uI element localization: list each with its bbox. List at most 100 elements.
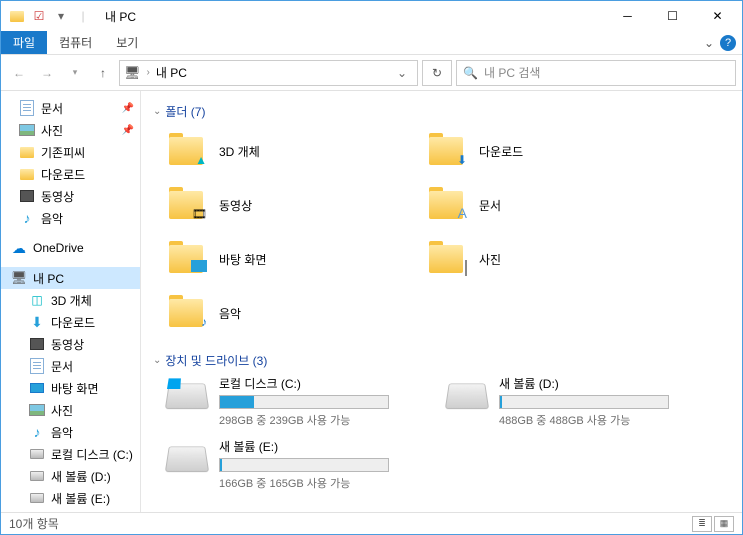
drv-icon — [29, 446, 45, 462]
drive-body: 로컬 디스크 (C:)298GB 중 239GB 사용 가능 — [219, 375, 427, 428]
folder-item[interactable]: 🎞동영상 — [167, 180, 387, 230]
sidebar-item[interactable]: 바탕 화면 — [1, 377, 140, 399]
nav-recent-dropdown[interactable]: ▾ — [63, 61, 87, 85]
sidebar-item-label: 음악 — [51, 424, 73, 441]
folder-item[interactable]: 사진 — [427, 234, 647, 284]
sidebar-item[interactable]: 새 볼륨 (E:) — [1, 487, 140, 509]
help-icon[interactable]: ? — [720, 35, 736, 51]
sidebar-onedrive[interactable]: ☁ OneDrive — [1, 237, 140, 259]
folder-item[interactable]: ♪음악 — [167, 288, 387, 338]
ribbon-collapse-icon[interactable]: ⌄ — [704, 36, 714, 50]
sidebar-item[interactable]: 동영상 — [1, 185, 140, 207]
folder-item[interactable]: A문서 — [427, 180, 647, 230]
folder-label: 동영상 — [219, 197, 252, 214]
folder-label: 문서 — [479, 197, 501, 214]
search-icon: 🔍 — [463, 66, 478, 80]
nav-back-button[interactable]: ← — [7, 61, 31, 85]
sidebar-item[interactable]: 새 볼륨 (D:) — [1, 465, 140, 487]
close-button[interactable]: ✕ — [695, 2, 740, 30]
qat-folder-icon[interactable] — [7, 6, 27, 26]
drive-subtext: 166GB 중 165GB 사용 가능 — [219, 475, 427, 491]
pc-icon: 🖥 — [11, 270, 27, 286]
drive-name: 새 볼륨 (D:) — [499, 375, 707, 392]
content-pane: ⌄ 폴더 (7) ▲3D 개체 ⬇다운로드 🎞동영상 A문서바탕 화면 사진 ♪음악 ⌄ … — [141, 91, 742, 512]
search-box[interactable]: 🔍 내 PC 검색 — [456, 60, 736, 86]
sidebar-thispc[interactable]: 🖥 내 PC — [1, 267, 140, 289]
drives-grid: 로컬 디스크 (C:)298GB 중 239GB 사용 가능 새 볼륨 (D:) 4… — [153, 375, 730, 491]
sidebar-item[interactable]: 기존피씨 — [1, 141, 140, 163]
sidebar-item-label: 바탕 화면 — [51, 380, 99, 397]
drive-item[interactable]: 로컬 디스크 (C:)298GB 중 239GB 사용 가능 — [167, 375, 427, 428]
fld-icon — [19, 166, 35, 182]
pin-icon: 📌 — [122, 125, 134, 136]
drive-capacity-bar — [499, 395, 669, 409]
sidebar-item[interactable]: ♪ 음악 — [1, 421, 140, 443]
sidebar-item-label: 다운로드 — [41, 166, 85, 183]
qat-dropdown-icon[interactable]: ▾ — [51, 6, 71, 26]
ribbon-tab-file[interactable]: 파일 — [1, 31, 47, 54]
view-buttons: ≣ ▦ — [692, 516, 734, 532]
address-dropdown-icon[interactable]: ⌄ — [391, 66, 413, 80]
drive-icon — [167, 438, 207, 478]
folders-grid: ▲3D 개체 ⬇다운로드 🎞동영상 A문서바탕 화면 사진 ♪음악 — [153, 126, 730, 338]
sidebar-item[interactable]: 다운로드 — [1, 163, 140, 185]
folder-item[interactable]: ▲3D 개체 — [167, 126, 387, 176]
dl-icon: ⬇ — [29, 314, 45, 330]
refresh-button[interactable]: ↻ — [422, 60, 452, 86]
drive-subtext: 488GB 중 488GB 사용 가능 — [499, 412, 707, 428]
breadcrumb-chevron-icon: › — [147, 67, 150, 78]
sidebar-item[interactable]: 사진 — [1, 399, 140, 421]
status-bar: 10개 항목 ≣ ▦ — [1, 512, 742, 534]
drive-capacity-bar — [219, 395, 389, 409]
sidebar-item[interactable]: 사진 📌 — [1, 119, 140, 141]
mus-icon: ♪ — [29, 424, 45, 440]
group-label: 장치 및 드라이브 (3) — [165, 352, 267, 369]
sidebar-item[interactable]: ◫3D 개체 — [1, 289, 140, 311]
sidebar-item-label: 음악 — [41, 210, 63, 227]
vid-icon — [29, 336, 45, 352]
drive-body: 새 볼륨 (E:)166GB 중 165GB 사용 가능 — [219, 438, 427, 491]
sidebar-item[interactable]: ⬇ 다운로드 — [1, 311, 140, 333]
sidebar-item-label: 다운로드 — [51, 314, 95, 331]
mus-icon: ♪ — [19, 210, 35, 226]
ribbon-tab-view[interactable]: 보기 — [104, 31, 150, 54]
fld-icon — [19, 144, 35, 160]
sidebar-item-label: 새 볼륨 (D:) — [51, 468, 111, 485]
nav-forward-button[interactable]: → — [35, 61, 59, 85]
doc-icon — [19, 100, 35, 116]
group-header-folders[interactable]: ⌄ 폴더 (7) — [153, 103, 730, 120]
sidebar-item-label: 사진 — [41, 122, 63, 139]
sidebar-item[interactable]: 문서📌 — [1, 97, 140, 119]
group-label: 폴더 (7) — [165, 103, 205, 120]
minimize-button[interactable]: ─ — [605, 2, 650, 30]
drv-icon — [29, 468, 45, 484]
address-location[interactable]: 내 PC — [156, 64, 187, 81]
address-bar[interactable]: 🖥 › 내 PC ⌄ — [119, 60, 418, 86]
folder-item[interactable]: 바탕 화면 — [167, 234, 387, 284]
folder-label: 바탕 화면 — [219, 251, 267, 268]
ribbon-tab-computer[interactable]: 컴퓨터 — [47, 31, 104, 54]
maximize-button[interactable]: ☐ — [650, 2, 695, 30]
sidebar-item[interactable]: ♪ 음악 — [1, 207, 140, 229]
sidebar-item[interactable]: 동영상 — [1, 333, 140, 355]
sidebar-item-label: 동영상 — [51, 336, 84, 353]
window-title: 내 PC — [105, 8, 136, 25]
sidebar-item[interactable]: 문서 — [1, 355, 140, 377]
folder-item[interactable]: ⬇다운로드 — [427, 126, 647, 176]
chevron-down-icon: ⌄ — [153, 106, 161, 117]
drive-item[interactable]: 새 볼륨 (E:)166GB 중 165GB 사용 가능 — [167, 438, 427, 491]
qat-properties-icon[interactable]: ☑ — [29, 6, 49, 26]
drv-icon — [29, 490, 45, 506]
folder-label: 3D 개체 — [219, 143, 260, 160]
sidebar-item[interactable]: 로컬 디스크 (C:) — [1, 443, 140, 465]
chevron-down-icon: ⌄ — [153, 355, 161, 366]
nav-up-button[interactable]: ↑ — [91, 61, 115, 85]
doc-icon — [29, 358, 45, 374]
view-icons-button[interactable]: ▦ — [714, 516, 734, 532]
view-details-button[interactable]: ≣ — [692, 516, 712, 532]
drive-item[interactable]: 새 볼륨 (D:) 488GB 중 488GB 사용 가능 — [447, 375, 707, 428]
drive-icon — [447, 375, 487, 415]
drive-icon — [167, 375, 207, 415]
group-header-drives[interactable]: ⌄ 장치 및 드라이브 (3) — [153, 352, 730, 369]
folder-label: 음악 — [219, 305, 241, 322]
